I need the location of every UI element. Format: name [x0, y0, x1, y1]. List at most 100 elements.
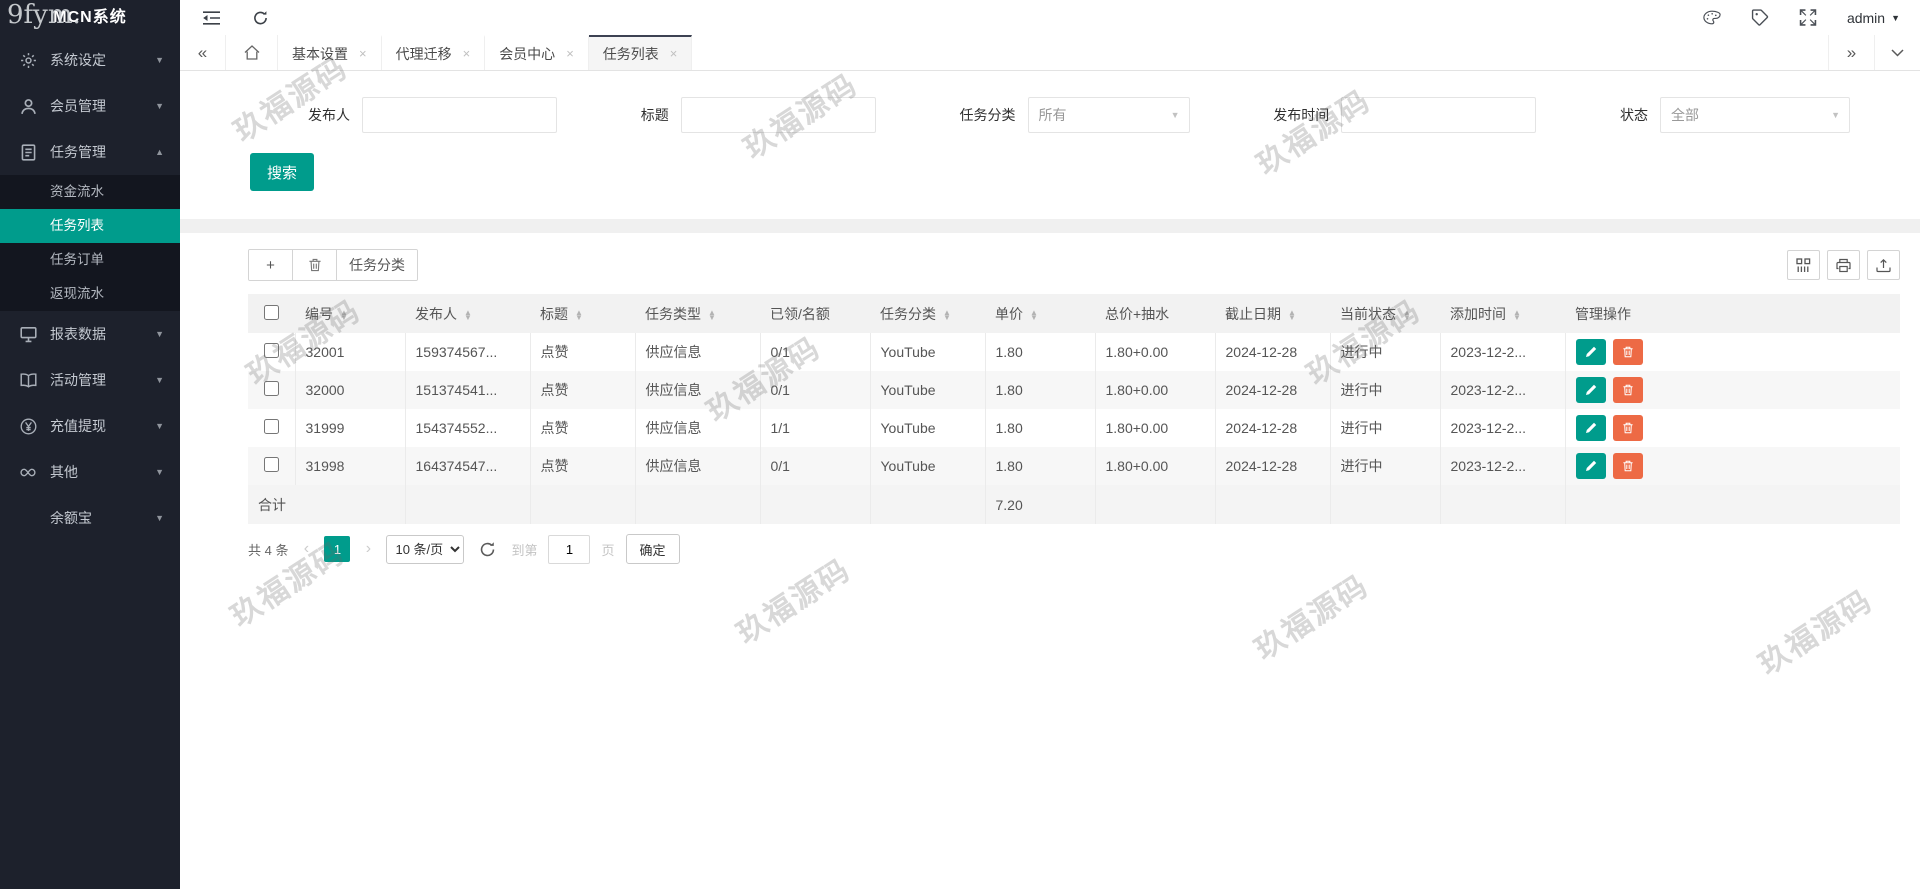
col-id[interactable]: 编号▲▼ — [295, 294, 405, 333]
sidebar-subitem-task-orders[interactable]: 任务订单 — [0, 243, 180, 277]
col-type[interactable]: 任务类型▲▼ — [635, 294, 760, 333]
edit-button[interactable] — [1576, 339, 1606, 365]
sidebar-item-yuebao[interactable]: 余额宝 ▼ — [0, 495, 180, 541]
per-page-select[interactable]: 10 条/页 — [386, 535, 464, 564]
cell-category: YouTube — [870, 447, 985, 485]
fullscreen-icon[interactable] — [1799, 9, 1817, 26]
tabbar-right: » — [1828, 35, 1920, 70]
delete-button[interactable] — [1613, 377, 1643, 403]
task-category-button[interactable]: 任务分类 — [337, 250, 417, 280]
row-checkbox[interactable] — [264, 419, 279, 434]
sidebar-subitem-fund-flow[interactable]: 资金流水 — [0, 175, 180, 209]
close-icon[interactable]: × — [670, 47, 678, 60]
table-row: 32001 159374567... 点赞 供应信息 0/1 YouTube 1… — [248, 333, 1900, 371]
chevron-down-icon: ▼ — [1891, 13, 1900, 23]
tabs-scroll-left-button[interactable]: « — [180, 35, 226, 70]
filter-publisher: 发布人 — [308, 97, 557, 133]
tab-task-list[interactable]: 任务列表 × — [589, 35, 693, 70]
page-number-button[interactable]: 1 — [324, 536, 350, 562]
close-icon[interactable]: × — [463, 47, 471, 60]
sidebar-item-recharge-withdraw[interactable]: 充值提现 ▼ — [0, 403, 180, 449]
col-claimed: 已领/名额 — [760, 294, 870, 333]
sort-icon[interactable]: ▲▼ — [1513, 310, 1521, 320]
sort-icon[interactable]: ▲▼ — [575, 310, 583, 320]
theme-palette-icon[interactable] — [1703, 9, 1721, 26]
col-deadline[interactable]: 截止日期▲▼ — [1215, 294, 1330, 333]
delete-selected-button[interactable] — [293, 250, 337, 280]
edit-button[interactable] — [1576, 415, 1606, 441]
username: admin — [1847, 10, 1885, 26]
close-icon[interactable]: × — [566, 47, 574, 60]
edit-button[interactable] — [1576, 453, 1606, 479]
row-checkbox[interactable] — [264, 343, 279, 358]
cell-title: 点赞 — [530, 447, 635, 485]
publisher-input[interactable] — [362, 97, 557, 133]
category-select[interactable]: 所有 ▼ — [1028, 97, 1190, 133]
user-icon — [20, 98, 37, 115]
refresh-table-icon[interactable] — [479, 541, 496, 558]
user-menu[interactable]: admin ▼ — [1847, 10, 1900, 26]
tab-member-center[interactable]: 会员中心 × — [485, 35, 589, 70]
sidebar-item-member-management[interactable]: 会员管理 ▼ — [0, 83, 180, 129]
title-label: 标题 — [641, 105, 669, 125]
select-all-checkbox[interactable] — [264, 305, 279, 320]
chevron-down-icon: ▼ — [155, 513, 164, 523]
tab-agent-migration[interactable]: 代理迁移 × — [382, 35, 486, 70]
status-select[interactable]: 全部 ▼ — [1660, 97, 1850, 133]
sidebar-item-other[interactable]: 其他 ▼ — [0, 449, 180, 495]
col-status[interactable]: 当前状态▲▼ — [1330, 294, 1440, 333]
goto-confirm-button[interactable]: 确定 — [626, 534, 680, 564]
sort-icon[interactable]: ▲▼ — [1403, 310, 1411, 320]
next-page-button[interactable]: › — [361, 540, 375, 558]
sort-icon[interactable]: ▲▼ — [943, 310, 951, 320]
cell-id: 32001 — [295, 333, 405, 371]
print-button[interactable] — [1827, 250, 1860, 280]
sidebar-subitem-cashback-flow[interactable]: 返现流水 — [0, 277, 180, 311]
prev-page-button[interactable]: ‹ — [299, 540, 313, 558]
chevron-down-icon: ▼ — [1831, 110, 1840, 120]
goto-page-input[interactable] — [548, 535, 590, 564]
export-button[interactable] — [1867, 250, 1900, 280]
row-checkbox[interactable] — [264, 457, 279, 472]
col-publisher[interactable]: 发布人▲▼ — [405, 294, 530, 333]
infinity-icon — [20, 464, 37, 481]
total-count: 共 4 条 — [248, 540, 288, 559]
publish-time-input[interactable] — [1341, 97, 1536, 133]
sidebar-item-report-data[interactable]: 报表数据 ▼ — [0, 311, 180, 357]
col-title[interactable]: 标题▲▼ — [530, 294, 635, 333]
tabs-dropdown-button[interactable] — [1874, 35, 1920, 70]
col-category[interactable]: 任务分类▲▼ — [870, 294, 985, 333]
sort-icon[interactable]: ▲▼ — [1030, 310, 1038, 320]
delete-button[interactable] — [1613, 415, 1643, 441]
tabs-scroll-right-button[interactable]: » — [1828, 35, 1874, 70]
columns-toggle-button[interactable] — [1787, 250, 1820, 280]
edit-button[interactable] — [1576, 377, 1606, 403]
add-button[interactable]: + — [249, 250, 293, 280]
tab-basic-settings[interactable]: 基本设置 × — [278, 35, 382, 70]
title-input[interactable] — [681, 97, 876, 133]
sidebar-item-task-management[interactable]: 任务管理 ▲ — [0, 129, 180, 175]
sort-icon[interactable]: ▲▼ — [1288, 310, 1296, 320]
cell-total: 1.80+0.00 — [1095, 447, 1215, 485]
close-icon[interactable]: × — [359, 47, 367, 60]
delete-button[interactable] — [1613, 453, 1643, 479]
sidebar-item-system-settings[interactable]: 系统设定 ▼ — [0, 37, 180, 83]
menu-fold-icon[interactable] — [202, 10, 221, 26]
search-button[interactable]: 搜索 — [250, 153, 314, 191]
refresh-icon[interactable] — [251, 10, 270, 26]
sidebar-item-activity-management[interactable]: 活动管理 ▼ — [0, 357, 180, 403]
sort-icon[interactable]: ▲▼ — [708, 310, 716, 320]
col-added[interactable]: 添加时间▲▼ — [1440, 294, 1565, 333]
chevron-down-icon: ▼ — [155, 329, 164, 339]
cell-added: 2023-12-2... — [1440, 409, 1565, 447]
delete-button[interactable] — [1613, 339, 1643, 365]
sidebar-subitem-task-list[interactable]: 任务列表 — [0, 209, 180, 243]
sort-icon[interactable]: ▲▼ — [340, 310, 348, 320]
home-tab[interactable] — [226, 35, 278, 70]
tag-icon[interactable] — [1751, 9, 1769, 26]
col-price[interactable]: 单价▲▼ — [985, 294, 1095, 333]
row-checkbox[interactable] — [264, 381, 279, 396]
sidebar-item-label: 报表数据 — [50, 324, 106, 344]
sort-icon[interactable]: ▲▼ — [464, 310, 472, 320]
cell-total: 1.80+0.00 — [1095, 371, 1215, 409]
